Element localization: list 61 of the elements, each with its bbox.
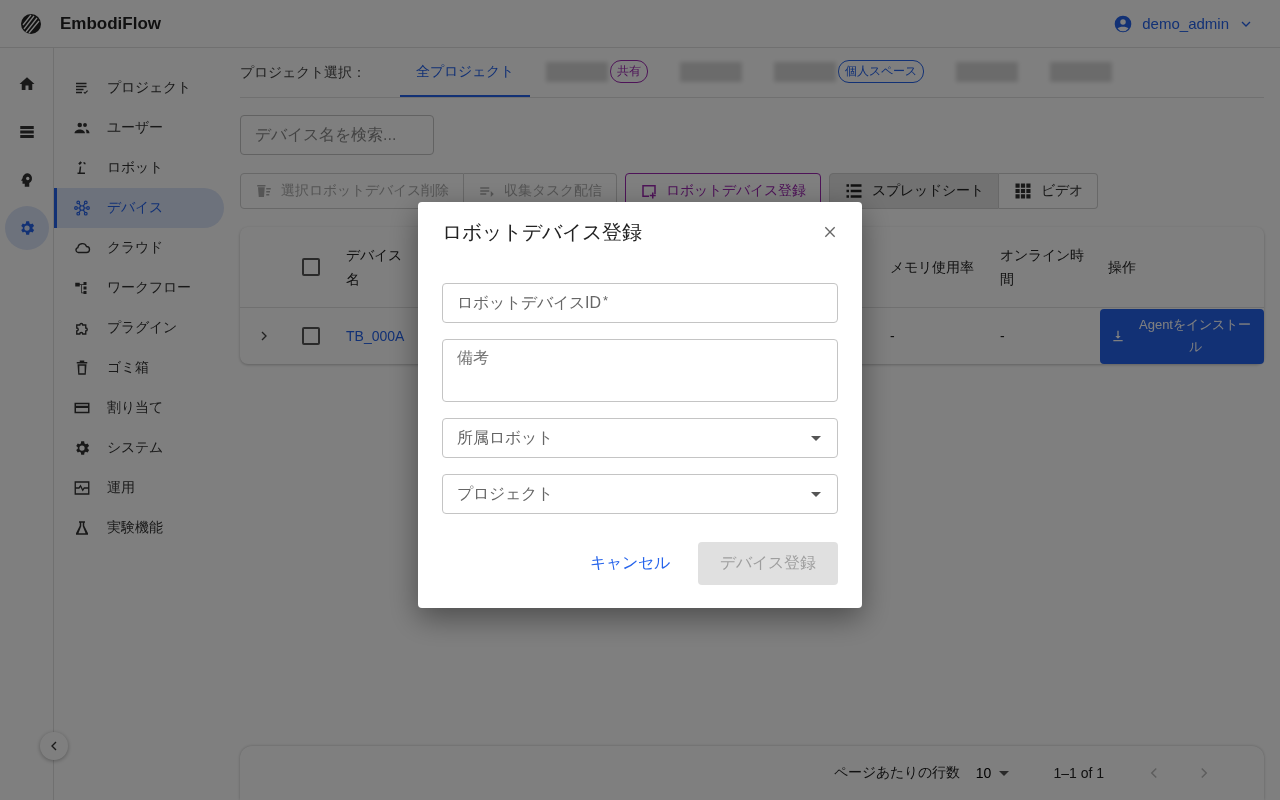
grid-icon (1013, 181, 1033, 201)
sidebar-item[interactable]: 実験機能 (54, 508, 224, 548)
trash-list-icon (255, 182, 273, 200)
project-tab[interactable]: 個人スペース (758, 48, 940, 97)
caret-icon (811, 435, 821, 441)
close-button[interactable] (822, 224, 838, 240)
project-select-label: プロジェクト選択： (240, 63, 366, 82)
network-icon (73, 199, 91, 217)
install-button[interactable]: Agentをインストール (1100, 308, 1264, 364)
project-badge: 個人スペース (838, 60, 924, 83)
sidebar-item[interactable]: システム (54, 428, 224, 468)
download-icon (1110, 328, 1126, 344)
device-add-icon (640, 182, 658, 200)
device-link[interactable]: TB_000A (338, 328, 418, 344)
view-toggle[interactable]: ビデオ (999, 173, 1098, 209)
sidebar-item[interactable]: プロジェクト (54, 68, 224, 108)
sidebar-item[interactable]: ゴミ箱 (54, 348, 224, 388)
dialog-title: ロボットデバイス登録 (442, 219, 642, 245)
cancel-button[interactable]: キャンセル (590, 547, 670, 580)
monitor-icon (73, 479, 91, 497)
table-cell-text: - (889, 327, 896, 346)
table-cell-text: - (999, 327, 1006, 346)
project-tab[interactable]: 全プロジェクト (400, 48, 530, 97)
input-field[interactable]: ロボットデバイスID* (442, 283, 838, 323)
sidebar-item[interactable]: クラウド (54, 228, 224, 268)
collapse-button[interactable] (40, 732, 68, 760)
column-header: 操作 (1107, 258, 1137, 277)
caret-icon (811, 491, 821, 497)
sidebar-item[interactable]: ロボット (54, 148, 224, 188)
account-icon (1113, 13, 1134, 34)
app-name: EmbodiFlow (60, 13, 162, 34)
search-field[interactable]: デバイス名を検索... (240, 115, 434, 155)
sidebar-item[interactable]: ユーザー (54, 108, 224, 148)
column-header: デバイス名 (345, 246, 403, 289)
rows-per-page-label: ページあたりの行数 (833, 764, 960, 782)
logo-icon (20, 12, 42, 35)
sidebar-item[interactable]: ワークフロー (54, 268, 224, 308)
select-field[interactable]: 所属ロボット (442, 418, 838, 458)
sidebar-item[interactable]: 運用 (54, 468, 224, 508)
select-field[interactable]: プロジェクト (442, 474, 838, 514)
project-badge: 共有 (610, 60, 648, 83)
column-header: メモリ使用率 (889, 258, 975, 277)
project-tab[interactable]: 共有 (530, 48, 664, 97)
list-icon (844, 181, 864, 201)
sidebar-item[interactable]: デバイス (54, 188, 224, 228)
rows-per-page-select[interactable]: 10 (969, 764, 1016, 782)
sidebar-item[interactable]: プラグイン (54, 308, 224, 348)
input-field[interactable]: 備考 (442, 339, 838, 402)
flask-icon (73, 519, 91, 537)
list-icon (17, 123, 36, 141)
column-header: オンライン時間 (999, 246, 1085, 289)
checkbox[interactable] (302, 327, 320, 345)
user-menu[interactable]: demo_admin (1107, 12, 1260, 35)
checkbox[interactable] (302, 258, 320, 276)
home-icon (17, 75, 36, 93)
caret-icon (999, 770, 1010, 776)
page-range: 1–1 of 1 (1053, 765, 1104, 781)
rail-button[interactable] (4, 206, 49, 250)
close-icon (822, 224, 838, 240)
view-toggle[interactable]: スプレッドシート (829, 173, 999, 209)
sidebar-item[interactable]: 割り当て (54, 388, 224, 428)
